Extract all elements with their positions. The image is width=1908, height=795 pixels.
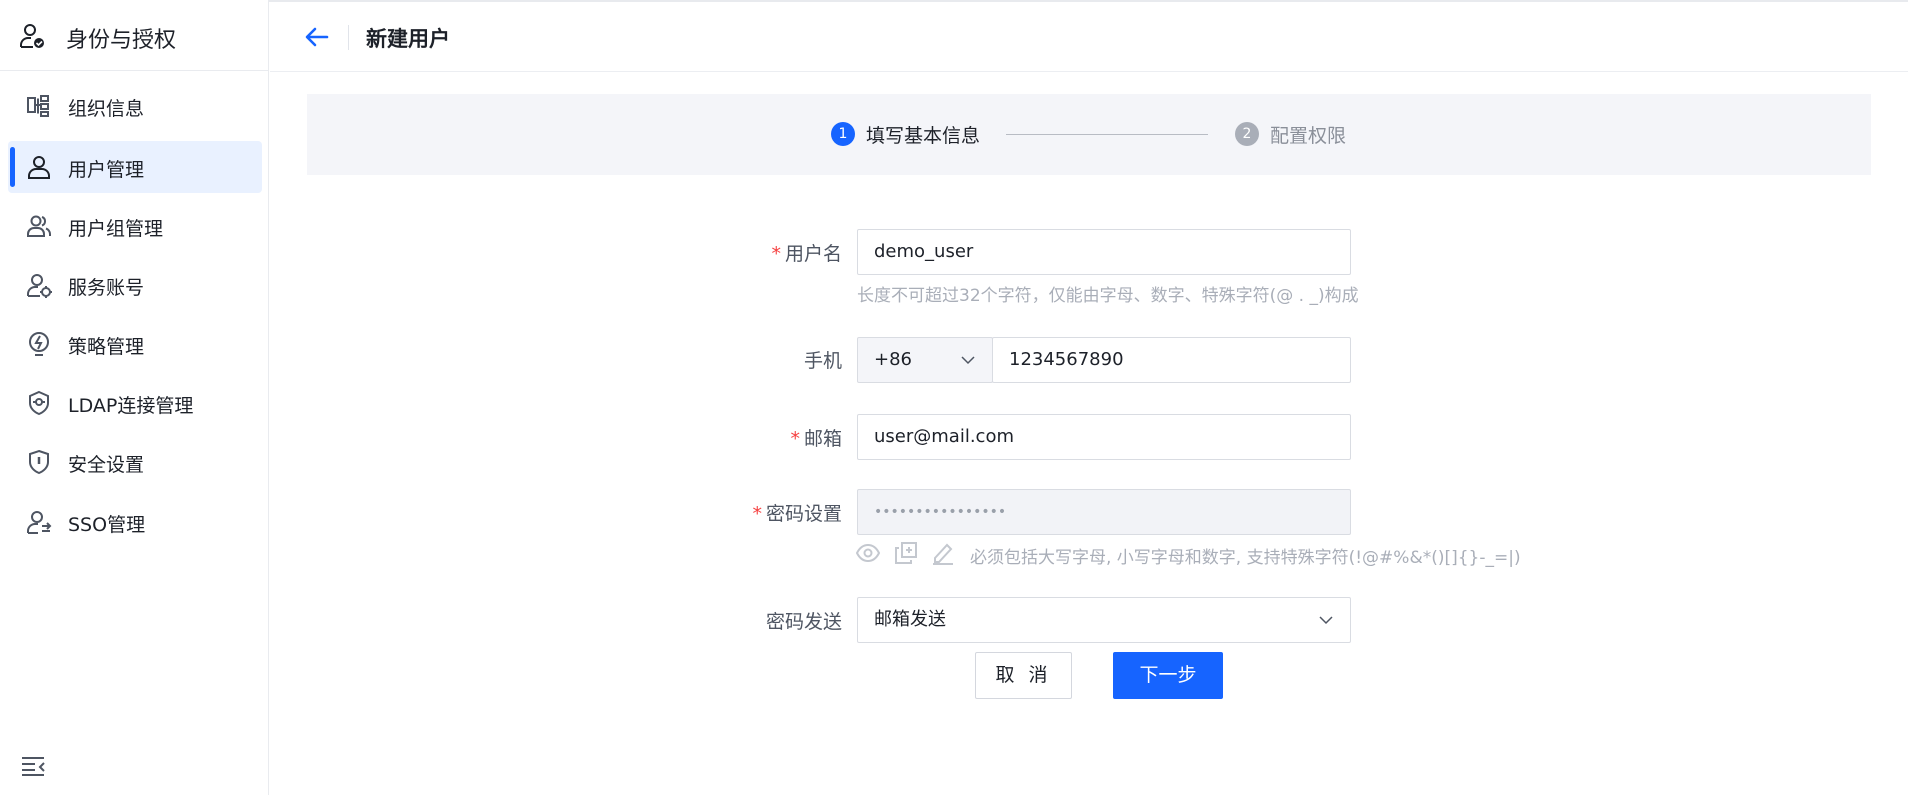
page-title: 新建用户 [366, 27, 450, 51]
sidebar-item-label: 安全设置 [68, 454, 145, 476]
header-divider [348, 25, 349, 50]
password-label: * 密码设置 [692, 499, 842, 526]
step-1-number: 1 [831, 122, 855, 146]
password-delivery-label: 密码发送 [765, 611, 842, 633]
chevron-down-icon[interactable] [1318, 612, 1334, 628]
phone-input[interactable]: 1234567890 [992, 337, 1351, 383]
required-mark: * [771, 243, 781, 265]
sidebar: 身份与授权 组织信息 用户管理 用户组管理 服务账号 策略管理 LDAP连接管理… [0, 0, 269, 795]
policy-icon [29, 332, 49, 356]
ldap-icon [29, 390, 49, 416]
sidebar-item-label: 用户管理 [68, 159, 145, 181]
sidebar-item-ldap[interactable]: LDAP连接管理 [8, 377, 262, 429]
username-label: * 用户名 [692, 239, 842, 266]
next-step-button[interactable]: 下一步 [1113, 652, 1223, 699]
sidebar-item-label: LDAP连接管理 [68, 395, 194, 417]
sidebar-item-sso[interactable]: SSO管理 [8, 496, 262, 548]
sidebar-item-label: SSO管理 [68, 514, 146, 536]
sidebar-item-label: 策略管理 [68, 336, 145, 358]
sidebar-item-security[interactable]: 安全设置 [8, 436, 262, 488]
sidebar-item-label: 服务账号 [68, 277, 145, 299]
user-icon [28, 156, 50, 179]
password-delivery-select[interactable]: 邮箱发送 [857, 597, 1351, 643]
edit-icon[interactable] [931, 541, 955, 565]
page-header: 新建用户 [270, 0, 1908, 72]
password-input[interactable]: •••••••••••••••• [857, 489, 1351, 535]
email-label-text: 邮箱 [803, 428, 842, 450]
sidebar-item-label: 组织信息 [68, 98, 145, 120]
sidebar-item-user-groups[interactable]: 用户组管理 [8, 200, 262, 252]
username-hint: 长度不可超过32个字符，仅能由字母、数字、特殊字符(@ . _)构成 [857, 286, 1359, 306]
country-code-value: +86 [874, 349, 912, 370]
phone-label: 手机 [803, 350, 842, 372]
sidebar-item-label: 用户组管理 [68, 218, 164, 240]
eye-icon[interactable] [856, 541, 880, 565]
collapse-sidebar-icon[interactable] [20, 755, 46, 777]
org-icon [27, 95, 49, 117]
step-2-label: 配置权限 [1270, 125, 1347, 147]
chevron-down-icon[interactable] [960, 352, 976, 368]
service-account-icon [27, 274, 52, 298]
steps-bar: 1 填写基本信息 2 配置权限 [307, 94, 1871, 175]
shield-icon [29, 449, 49, 475]
user-group-icon [27, 215, 51, 237]
identity-icon [20, 24, 44, 48]
password-label-text: 密码设置 [765, 503, 842, 525]
required-mark: * [752, 503, 762, 525]
sidebar-header: 身份与授权 [0, 0, 269, 71]
step-1-label: 填写基本信息 [866, 125, 981, 147]
sidebar-item-policies[interactable]: 策略管理 [8, 318, 262, 370]
required-mark: * [790, 428, 800, 450]
email-label: * 邮箱 [692, 424, 842, 451]
back-arrow-icon[interactable] [304, 24, 330, 50]
step-2-number: 2 [1235, 122, 1259, 146]
sidebar-item-org[interactable]: 组织信息 [8, 80, 262, 132]
sidebar-item-users[interactable]: 用户管理 [8, 141, 262, 193]
sidebar-item-service-accounts[interactable]: 服务账号 [8, 259, 262, 311]
sso-icon [27, 511, 52, 534]
cancel-button[interactable]: 取 消 [975, 652, 1072, 699]
copy-icon[interactable] [894, 541, 918, 565]
password-hint: 必须包括大写字母, 小写字母和数字, 支持特殊字符(!@#%&*()[]{}-_… [970, 548, 1521, 568]
step-connector [1006, 134, 1208, 135]
email-input[interactable]: user@mail.com [857, 414, 1351, 460]
sidebar-title: 身份与授权 [66, 28, 177, 53]
password-delivery-value: 邮箱发送 [874, 609, 946, 630]
username-label-text: 用户名 [784, 243, 842, 265]
username-input[interactable]: demo_user [857, 229, 1351, 275]
